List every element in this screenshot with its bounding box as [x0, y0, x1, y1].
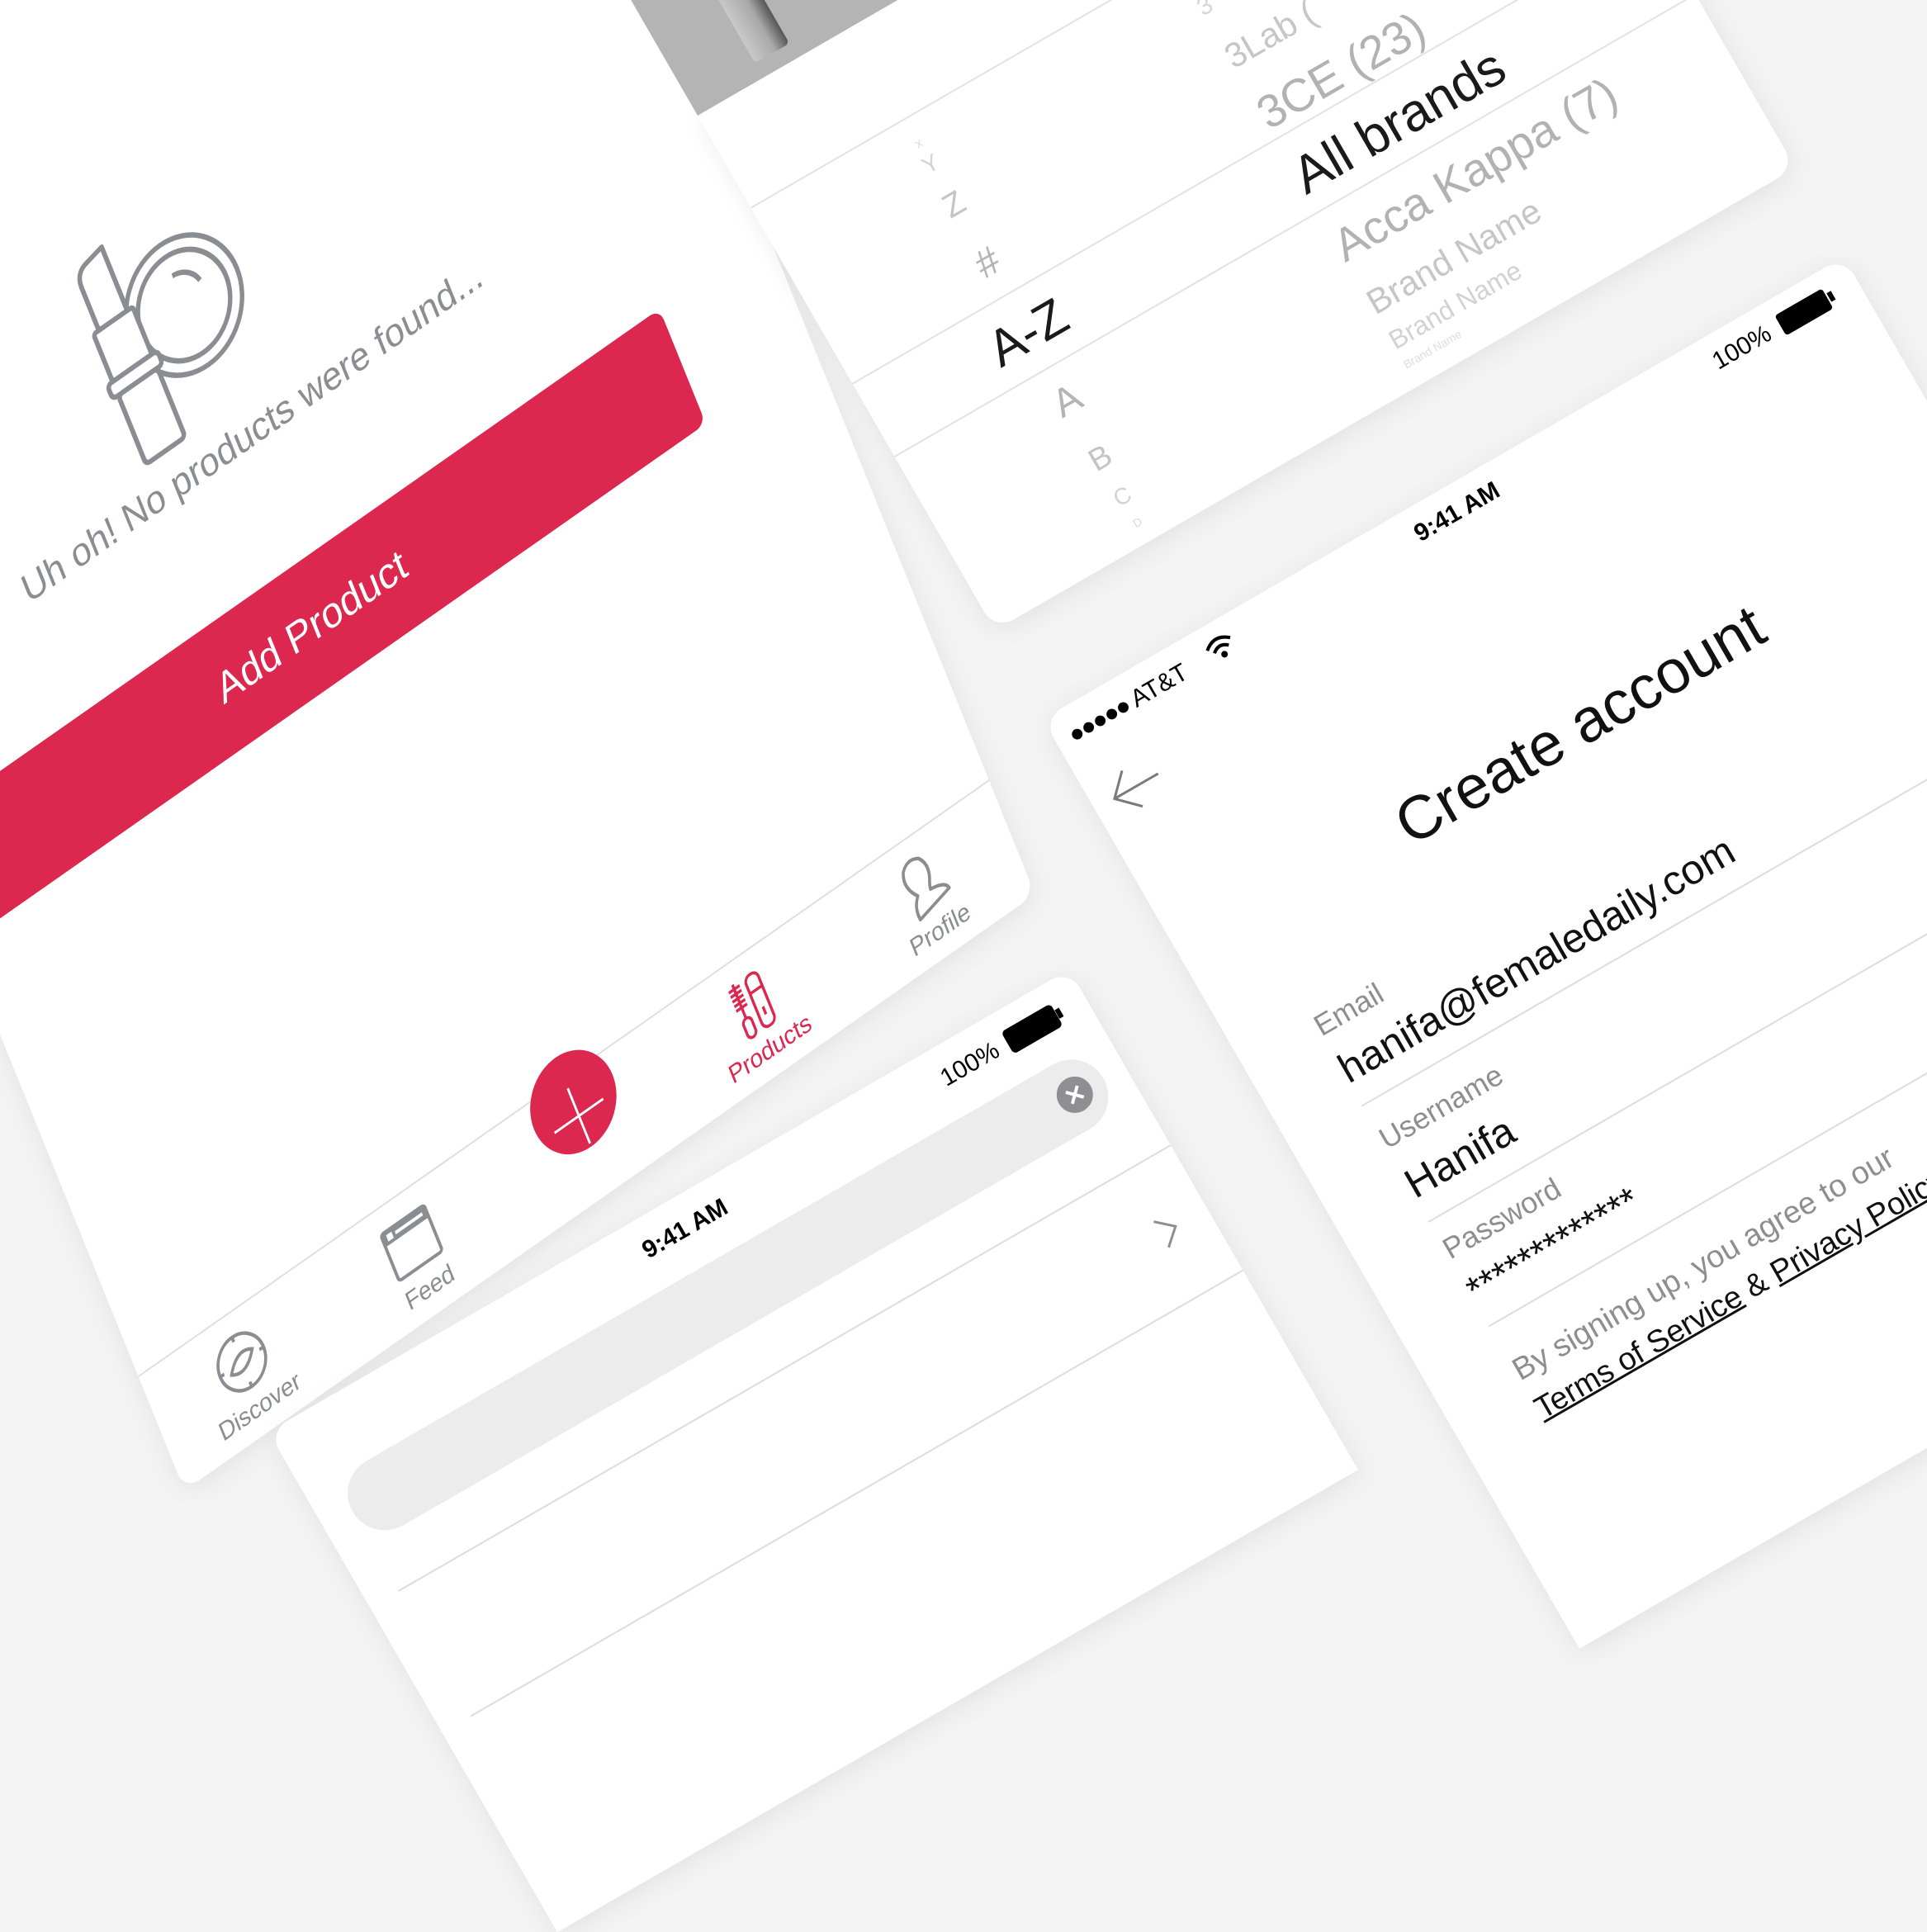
status-battery-percent: 100% [1707, 320, 1777, 376]
status-time: 9:41 AM [1409, 476, 1505, 547]
picker-item[interactable]: # [967, 238, 1009, 288]
picker-item[interactable]: D [1130, 514, 1144, 530]
terms-text: By signing up, you agree to our [1506, 1140, 1901, 1388]
wifi-icon [1205, 635, 1231, 658]
picker-item[interactable]: A [1044, 375, 1090, 428]
picker-item[interactable]: B [1082, 438, 1118, 480]
chevron-right-icon [1153, 1220, 1177, 1248]
picker-item[interactable]: 3 [1192, 0, 1218, 22]
back-arrow-icon[interactable] [1098, 750, 1174, 823]
picker-item[interactable]: C [1109, 481, 1137, 513]
picker-item[interactable]: Y [917, 149, 944, 179]
add-product-label: Add Product [210, 539, 414, 713]
picker-item[interactable]: x [912, 136, 926, 153]
page-title: Create account [1383, 591, 1777, 859]
picker-item[interactable]: Z [936, 184, 973, 226]
plus-icon [554, 1087, 604, 1144]
status-carrier: ●●●●● AT&T [1063, 659, 1193, 750]
signal-icon: ●●●●● [1063, 692, 1135, 750]
email-field[interactable]: hanifa@femaledaily.com [1330, 826, 1744, 1092]
tab-profile[interactable]: Profile [819, 781, 1035, 1015]
carrier-name: AT&T [1125, 658, 1193, 713]
battery-icon [1775, 289, 1836, 335]
battery-icon [1002, 1005, 1064, 1053]
status-battery-percent: 100% [935, 1036, 1005, 1092]
status-time: 9:41 AM [637, 1193, 733, 1264]
add-fab-button[interactable] [516, 1030, 631, 1174]
